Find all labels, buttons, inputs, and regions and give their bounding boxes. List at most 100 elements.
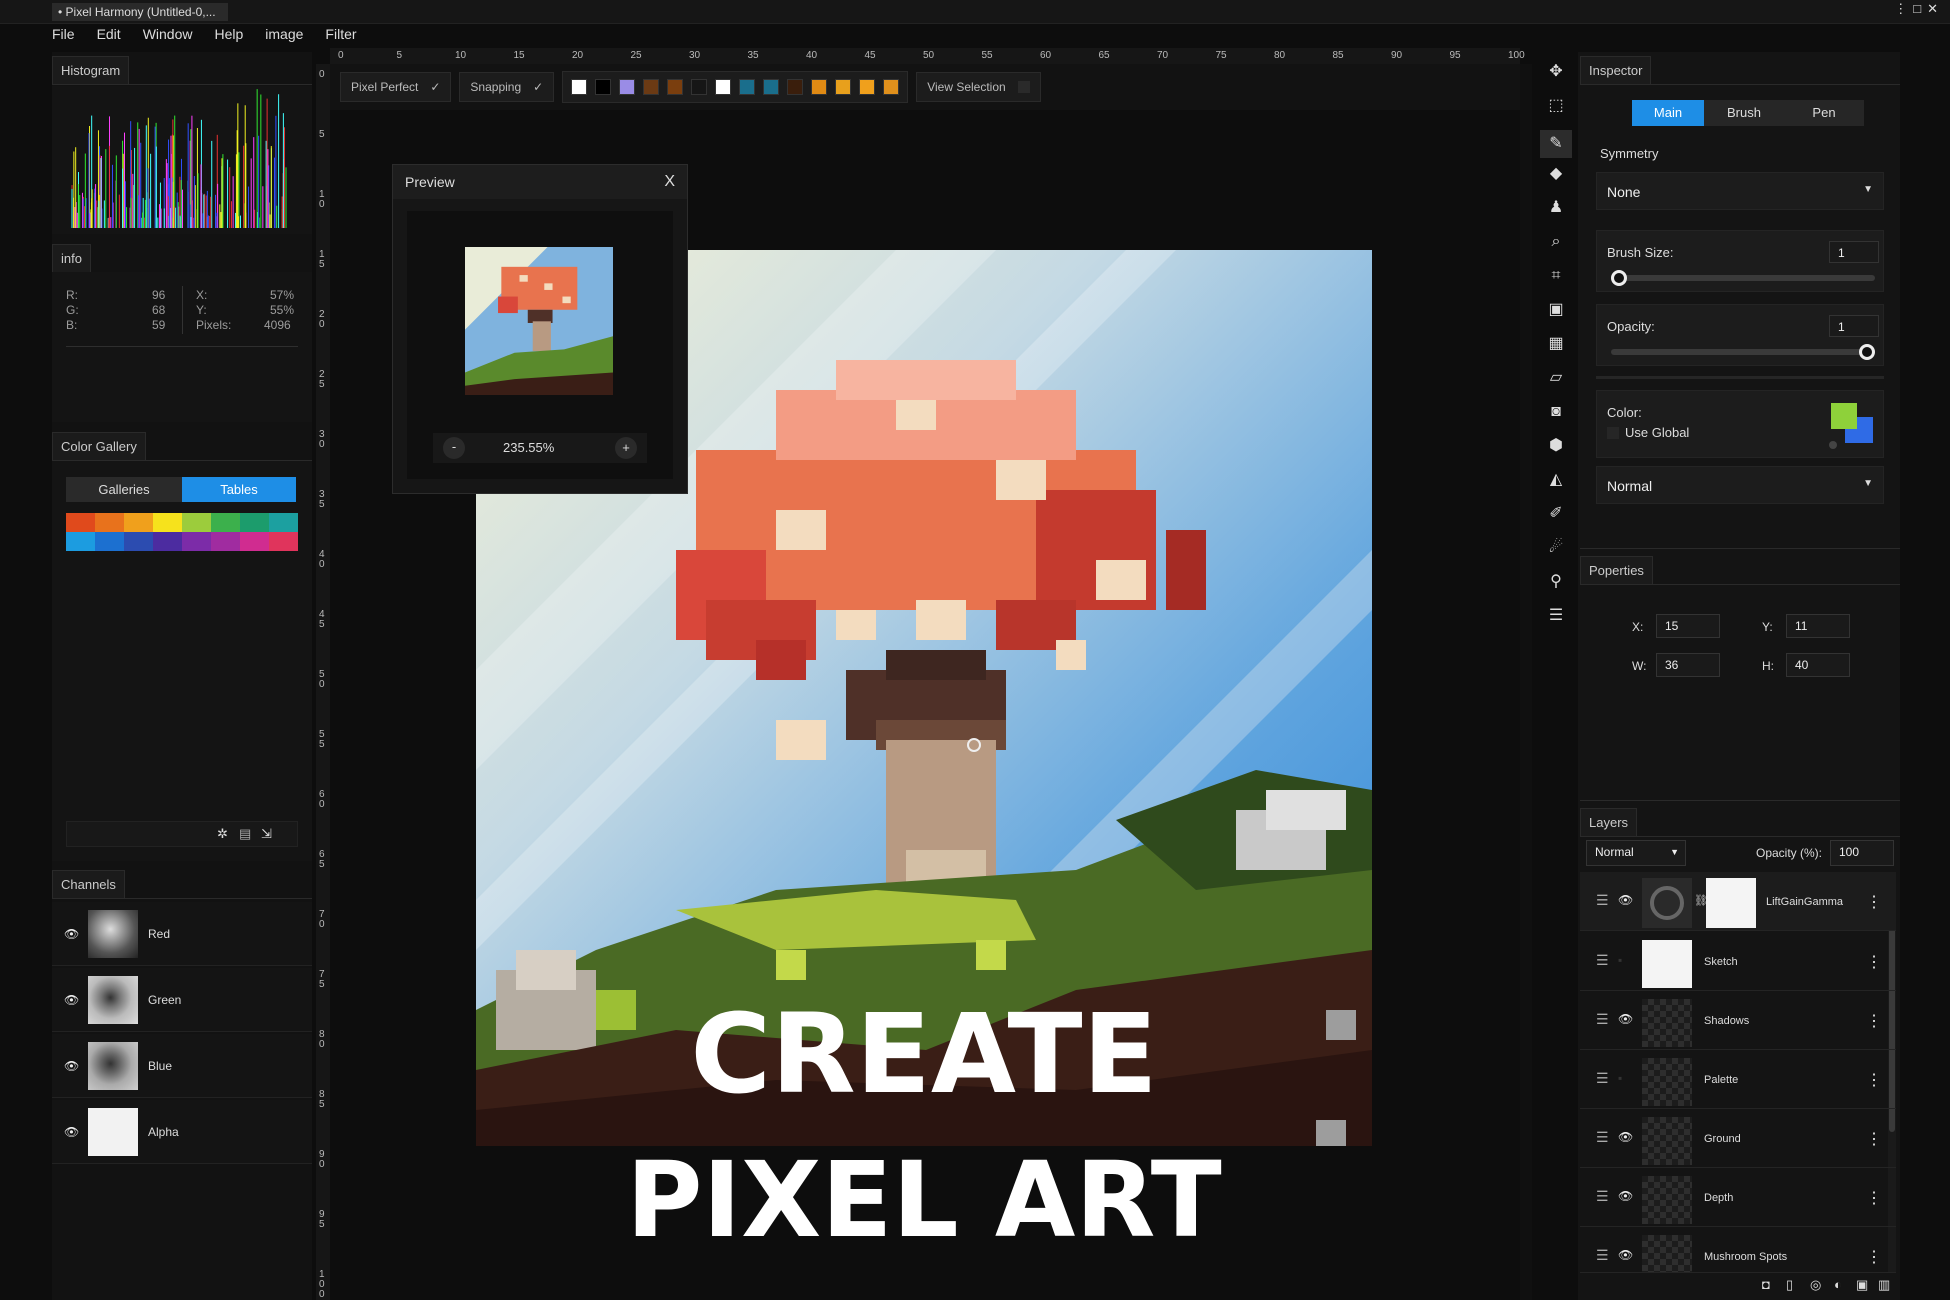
layer-blend-dropdown[interactable]: Normal ▼ (1586, 840, 1686, 866)
layer-row[interactable]: ☰ ▪ Sketch ⋮ (1580, 932, 1896, 991)
trash-icon[interactable]: ▥ (1878, 1277, 1890, 1293)
more-options-icon[interactable]: ⋮ (1866, 1129, 1882, 1149)
tab-layers[interactable]: Layers (1580, 808, 1638, 836)
color-swatch[interactable] (240, 513, 269, 532)
color-swatch[interactable] (66, 513, 95, 532)
smudge-tool-icon[interactable]: ☄ (1546, 538, 1566, 558)
search-icon[interactable]: ⚲ (1546, 572, 1566, 592)
menu-filter[interactable]: Filter (325, 26, 356, 46)
prop-w-input[interactable]: 36 (1656, 653, 1720, 677)
opacity-input[interactable]: 1 (1829, 315, 1879, 337)
quick-color-swatch[interactable] (691, 79, 708, 95)
more-options-icon[interactable]: ⋮ (1866, 1011, 1882, 1031)
move-tool-icon[interactable]: ✥ (1546, 62, 1566, 82)
quick-color-swatch[interactable] (739, 79, 756, 95)
quick-color-swatch[interactable] (811, 79, 828, 95)
color-swatch[interactable] (124, 532, 153, 551)
quick-color-swatch[interactable] (619, 79, 636, 95)
drag-handle-icon[interactable]: ☰ (1596, 1129, 1609, 1146)
drag-handle-icon[interactable]: ☰ (1596, 1070, 1609, 1087)
quick-color-swatch[interactable] (667, 79, 684, 95)
brush-tool-icon[interactable]: ✎ (1540, 130, 1572, 158)
channel-row[interactable]: 👁 Blue (52, 1034, 312, 1098)
use-global-checkbox[interactable] (1607, 427, 1619, 439)
drag-handle-icon[interactable]: ☰ (1596, 1188, 1609, 1205)
close-icon[interactable]: X (664, 173, 675, 191)
adjustment-layer-icon[interactable]: ◐ (1834, 1277, 1842, 1292)
zoom-out-button[interactable]: - (443, 437, 465, 459)
color-swatch[interactable] (269, 513, 298, 532)
swap-colors-icon[interactable] (1829, 441, 1837, 449)
channel-row[interactable]: 👁 Green (52, 968, 312, 1032)
delete-icon[interactable]: ▤ (239, 826, 251, 842)
drag-handle-icon[interactable]: ☰ (1596, 892, 1609, 909)
more-options-icon[interactable]: ⋮ (1866, 892, 1882, 912)
tab-main[interactable]: Main (1632, 100, 1704, 126)
brush-size-slider-track[interactable] (1611, 270, 1875, 286)
eye-icon[interactable]: 👁 (1618, 1248, 1633, 1262)
quick-color-swatch[interactable] (883, 79, 900, 95)
galleries-tab-button[interactable]: Galleries (66, 477, 182, 502)
canvas-vertical-scrollbar[interactable] (1520, 64, 1532, 1300)
eye-hidden-icon[interactable]: ▪ (1618, 1071, 1622, 1085)
drag-handle-icon[interactable]: ☰ (1596, 1011, 1609, 1028)
shape-tool-icon[interactable]: ⬢ (1546, 436, 1566, 456)
menu-image[interactable]: image (265, 26, 303, 46)
more-options-icon[interactable]: ⋮ (1866, 1070, 1882, 1090)
quick-color-swatch[interactable] (715, 79, 732, 95)
color-swatch[interactable] (66, 532, 95, 551)
color-swatch[interactable] (124, 513, 153, 532)
tab-brush[interactable]: Brush (1704, 100, 1784, 126)
color-swatch[interactable] (153, 532, 182, 551)
eye-icon[interactable]: 👁 (1618, 1130, 1633, 1144)
brush-size-input[interactable]: 1 (1829, 241, 1879, 263)
zoom-in-button[interactable]: + (615, 437, 637, 459)
eye-icon[interactable]: 👁 (64, 1125, 79, 1139)
prop-x-input[interactable]: 15 (1656, 614, 1720, 638)
eyedropper-tool-icon[interactable]: ✐ (1546, 504, 1566, 524)
color-swatch[interactable] (269, 532, 298, 551)
color-swatch[interactable] (95, 513, 124, 532)
layer-opacity-input[interactable]: 100 (1830, 840, 1894, 866)
eraser-tool-icon[interactable]: ◆ (1546, 164, 1566, 184)
eye-icon[interactable]: 👁 (64, 927, 79, 941)
prop-y-input[interactable]: 11 (1786, 614, 1850, 638)
new-layer-icon[interactable]: ▣ (1856, 1277, 1868, 1293)
layer-row[interactable]: ☰ ▪ Palette ⋮ (1580, 1050, 1896, 1109)
import-icon[interactable]: ⇲ (261, 826, 272, 842)
quick-color-swatch[interactable] (643, 79, 660, 95)
quick-color-swatch[interactable] (787, 79, 804, 95)
quick-color-swatch[interactable] (763, 79, 780, 95)
close-icon[interactable]: ✕ (1927, 1, 1938, 17)
eye-icon[interactable]: 👁 (64, 993, 79, 1007)
blend-mode-dropdown[interactable]: Normal ▼ (1596, 466, 1884, 504)
tab-info[interactable]: info (52, 244, 91, 272)
eye-icon[interactable]: 👁 (1618, 1189, 1633, 1203)
quick-color-swatch[interactable] (859, 79, 876, 95)
tab-histogram[interactable]: Histogram (52, 56, 130, 84)
primary-color-swatch[interactable] (1831, 403, 1857, 429)
color-swatch[interactable] (211, 532, 240, 551)
window-menu-icon[interactable]: ⋮ (1894, 1, 1907, 17)
snapping-toggle[interactable]: Snapping ✓ (459, 72, 555, 102)
opacity-slider-thumb[interactable] (1859, 344, 1875, 360)
view-selection-toggle[interactable]: View Selection (916, 72, 1041, 102)
tab-properties[interactable]: Poperties (1580, 556, 1653, 584)
drag-handle-icon[interactable]: ☰ (1596, 952, 1609, 969)
layer-row[interactable]: ☰ 👁 ⛓ LiftGainGamma ⋮ (1580, 872, 1896, 931)
layers-tool-icon[interactable]: ☰ (1546, 606, 1566, 626)
tables-tab-button[interactable]: Tables (182, 477, 296, 502)
menu-edit[interactable]: Edit (97, 26, 121, 46)
perspective-tool-icon[interactable]: ▦ (1546, 334, 1566, 354)
layer-row[interactable]: ☰ 👁 Mushroom Spots ⋮ (1580, 1227, 1896, 1273)
tab-channels[interactable]: Channels (52, 870, 125, 898)
quick-color-swatch[interactable] (835, 79, 852, 95)
menu-file[interactable]: File (52, 26, 75, 46)
marquee-tool-icon[interactable]: ⬚ (1546, 96, 1566, 116)
more-options-icon[interactable]: ⋮ (1866, 952, 1882, 972)
new-file-icon[interactable]: ▯ (1786, 1277, 1793, 1293)
more-options-icon[interactable]: ⋮ (1866, 1188, 1882, 1208)
recycle-icon[interactable]: ✲ (217, 826, 228, 842)
more-options-icon[interactable]: ⋮ (1866, 1247, 1882, 1267)
opacity-slider-track[interactable] (1611, 344, 1875, 360)
